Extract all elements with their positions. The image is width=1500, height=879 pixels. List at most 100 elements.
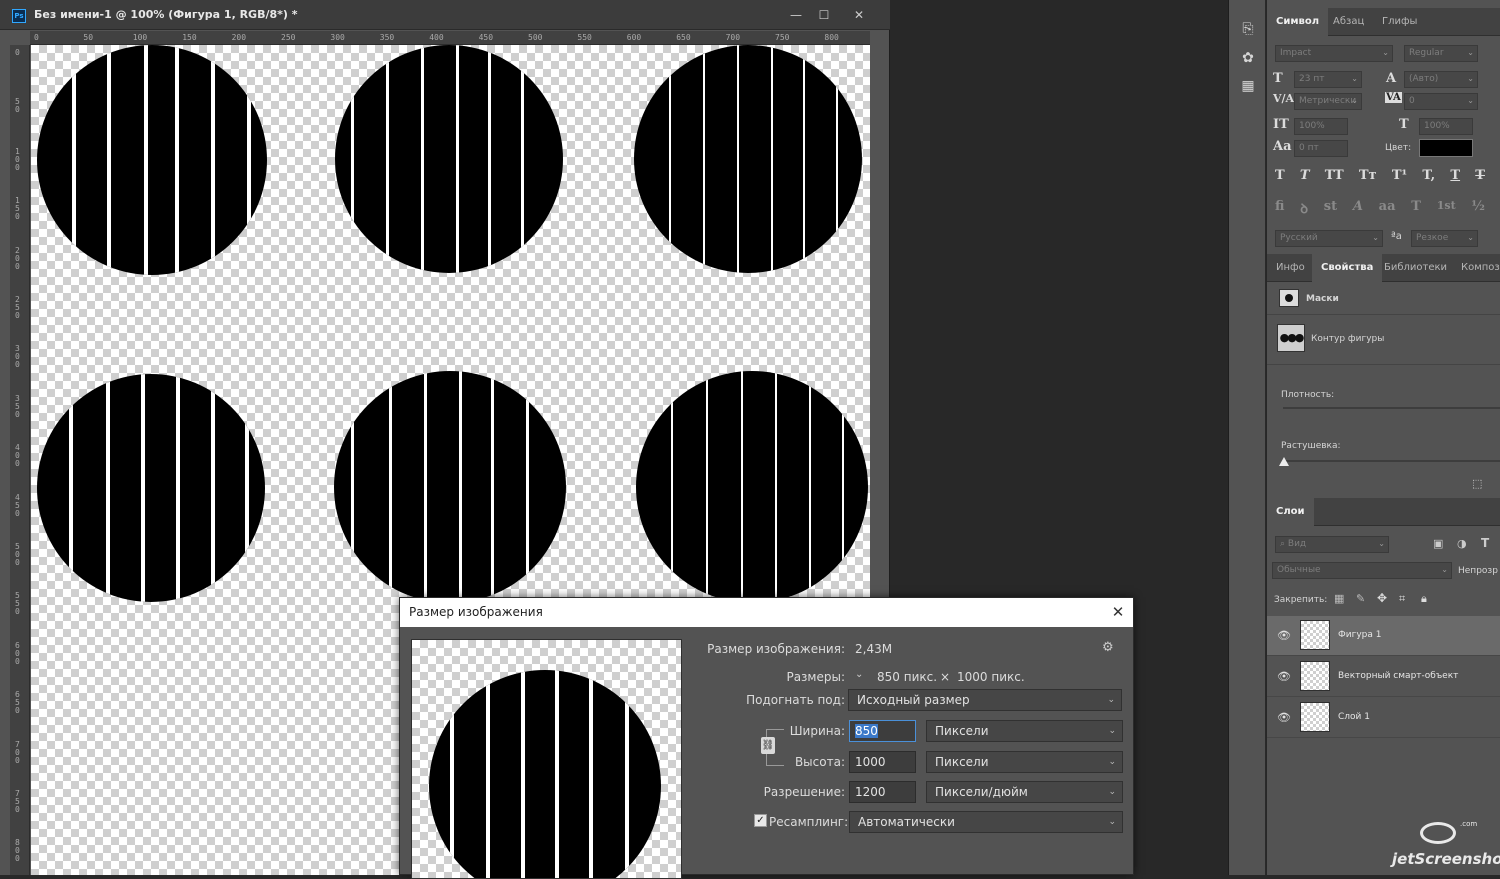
swatches-grid-icon[interactable]: ▦: [1239, 77, 1257, 95]
tab-glyphs[interactable]: Глифы: [1373, 8, 1426, 36]
dimensions-chevron-icon[interactable]: ⌄: [855, 669, 863, 680]
subscript-button[interactable]: T,: [1422, 168, 1435, 188]
width-unit-select[interactable]: Пиксели ⌄: [926, 720, 1123, 742]
tab-character[interactable]: Символ: [1267, 8, 1329, 36]
ruler-tick-label: 7 0 0: [15, 739, 20, 765]
ruler-vertical[interactable]: 0 5 0 1 0 0 1 5 0 2 0 0 2 5 0 3 0 0 3 5 0 4 0 0 4…: [10, 45, 30, 875]
small-caps-button[interactable]: Tт: [1359, 168, 1377, 188]
ruler-horizontal[interactable]: 0 50 100 150 200 250 300 350 400 450 500 550 600 650 7…: [30, 31, 870, 45]
shape-outline-label: Контур фигуры: [1311, 334, 1385, 344]
lock-all-icon[interactable]: 🔒︎: [1421, 592, 1427, 606]
feather-slider[interactable]: [1283, 460, 1500, 462]
ordinals-button[interactable]: 1st: [1437, 199, 1456, 219]
tab-paragraph[interactable]: Абзац: [1324, 8, 1373, 36]
leading-field[interactable]: (Авто) ⌄: [1404, 71, 1478, 88]
titling-button[interactable]: T: [1411, 199, 1421, 219]
close-document-button[interactable]: ✕: [847, 6, 871, 24]
eye-icon[interactable]: 👁︎: [1277, 629, 1291, 642]
layer-name: Фигура 1: [1338, 630, 1382, 640]
resample-value: Автоматически: [858, 815, 955, 829]
swash-button[interactable]: A: [1353, 199, 1363, 219]
antialias-select[interactable]: Резкое ⌄: [1411, 230, 1478, 247]
font-style-select[interactable]: Regular ⌄: [1404, 45, 1478, 62]
feather-slider-handle[interactable]: [1279, 457, 1289, 466]
resolution-value: 1200: [855, 785, 886, 799]
kerning-field[interactable]: Метрически ⌄: [1294, 93, 1362, 110]
resample-select[interactable]: Автоматически ⌄: [849, 811, 1123, 833]
tab-info[interactable]: Инфо: [1267, 254, 1314, 282]
height-input[interactable]: 1000: [849, 751, 916, 773]
history-icon[interactable]: ⎘: [1239, 20, 1257, 38]
density-slider[interactable]: [1283, 407, 1500, 409]
ruler-tick-label: 2 0 0: [15, 245, 20, 271]
brush-settings-icon[interactable]: ✿: [1239, 49, 1257, 67]
lock-artboard-icon[interactable]: ⌗: [1399, 592, 1405, 606]
eye-icon[interactable]: 👁︎: [1277, 670, 1291, 683]
baseline-shift-icon: Aa: [1273, 139, 1292, 154]
dialog-close-button[interactable]: ✕: [1108, 602, 1128, 622]
image-preview[interactable]: [411, 639, 682, 879]
width-input[interactable]: 850: [849, 720, 916, 742]
lock-position-icon[interactable]: ✥: [1377, 591, 1387, 605]
type-filter-icon[interactable]: T: [1481, 536, 1489, 550]
all-caps-button[interactable]: TT: [1325, 168, 1344, 188]
layer-row[interactable]: 👁︎ Фигура 1: [1267, 616, 1500, 656]
antialias-icon: ªa: [1391, 231, 1402, 242]
tab-layers[interactable]: Слои: [1267, 498, 1314, 526]
ruler-tick-label: 100: [132, 33, 148, 42]
resample-checkbox[interactable]: ✓: [754, 814, 767, 827]
stylistic-alternates-button[interactable]: aa: [1379, 199, 1396, 219]
ruler-tick-label: 500: [528, 33, 543, 42]
document-titlebar[interactable]: Ps Без имени-1 @ 100% (Фигура 1, RGB/8*)…: [0, 0, 890, 30]
dialog-title: Размер изображения: [409, 605, 543, 619]
layer-row[interactable]: 👁︎ Векторный смарт-объект: [1267, 657, 1500, 697]
layer-thumbnail: [1300, 620, 1330, 650]
font-size-field[interactable]: 23 пт ⌄: [1294, 71, 1362, 88]
tracking-field[interactable]: 0 ⌄: [1404, 93, 1478, 110]
blend-mode-select[interactable]: Обычные ⌄: [1272, 562, 1452, 579]
faux-italic-button[interactable]: T: [1300, 168, 1310, 188]
chevron-down-icon: ⌄: [1378, 539, 1385, 548]
font-size-value: 23 пт: [1299, 74, 1325, 84]
layer-filter-field[interactable]: ⌕ Вид ⌄: [1275, 536, 1389, 553]
selection-icon[interactable]: ⬚: [1472, 477, 1482, 490]
layer-row[interactable]: 👁︎ Слой 1: [1267, 698, 1500, 738]
maximize-button[interactable]: ☐: [812, 6, 836, 24]
tab-compositions[interactable]: Композ: [1452, 254, 1500, 282]
fit-to-select[interactable]: Исходный размер ⌄: [848, 689, 1122, 711]
strikethrough-button[interactable]: T: [1475, 168, 1485, 188]
fractions-button[interactable]: ½: [1471, 199, 1485, 219]
underline-button[interactable]: T: [1450, 168, 1460, 188]
tab-libraries[interactable]: Библиотеки: [1375, 254, 1456, 282]
adjustment-filter-icon[interactable]: ◑: [1457, 537, 1467, 550]
eye-icon[interactable]: 👁︎: [1277, 711, 1291, 724]
discretionary-ligatures-button[interactable]: st: [1324, 199, 1337, 219]
horizontal-scale-field[interactable]: 100%: [1419, 118, 1473, 135]
pixel-filter-icon[interactable]: ▣: [1433, 537, 1443, 550]
chevron-down-icon: ⌄: [1467, 96, 1474, 105]
gear-icon[interactable]: ⚙: [1102, 640, 1114, 655]
resolution-input[interactable]: 1200: [849, 781, 916, 803]
height-unit-select[interactable]: Пиксели ⌄: [926, 751, 1123, 773]
vertical-scale-field[interactable]: 100%: [1294, 118, 1348, 135]
ruler-tick-label: 5 0: [15, 97, 20, 115]
ruler-tick-label: 2 5 0: [15, 295, 20, 320]
right-panels: Символ Абзац Глифы Impact ⌄ Regular ⌄ T 23…: [1267, 0, 1500, 875]
superscript-button[interactable]: T¹: [1392, 168, 1407, 188]
dialog-titlebar[interactable]: Размер изображения ✕: [400, 598, 1133, 627]
ligatures-button[interactable]: fi: [1275, 199, 1284, 219]
lock-pixels-icon[interactable]: ✎: [1356, 592, 1365, 605]
search-icon: ⌕: [1280, 539, 1288, 549]
font-family-select[interactable]: Impact ⌄: [1275, 45, 1393, 62]
baseline-shift-field[interactable]: 0 пт: [1294, 140, 1348, 157]
lock-transparency-icon[interactable]: ▦: [1334, 592, 1344, 605]
text-color-swatch[interactable]: [1419, 139, 1473, 157]
tab-properties[interactable]: Свойства: [1312, 254, 1383, 282]
link-icon[interactable]: ⛓: [761, 737, 775, 754]
old-style-button[interactable]: ꝺ: [1300, 199, 1308, 219]
mask-icon: [1279, 289, 1299, 307]
minimize-button[interactable]: —: [784, 6, 808, 24]
language-select[interactable]: Русский ⌄: [1275, 230, 1383, 247]
faux-bold-button[interactable]: T: [1275, 168, 1285, 188]
resolution-unit-select[interactable]: Пиксели/дюйм ⌄: [926, 781, 1123, 803]
